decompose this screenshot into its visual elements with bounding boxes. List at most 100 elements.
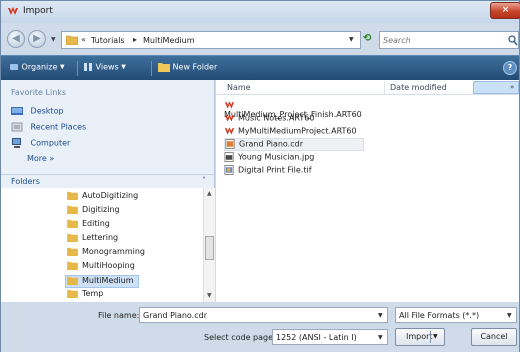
title-bar: Import × xyxy=(1,1,520,23)
file-list: Name Date modified » MultiMedium_Project… xyxy=(216,80,519,302)
favorite-link-recent-places[interactable]: Recent Places xyxy=(11,122,86,136)
views-menu[interactable]: Views ▼ xyxy=(83,62,126,72)
views-label: Views xyxy=(95,62,119,72)
search-icon[interactable] xyxy=(508,35,518,46)
folder-editing[interactable]: Editing xyxy=(67,219,110,232)
folder-icon xyxy=(67,247,78,256)
column-header-date-modified[interactable]: Date modified xyxy=(390,83,447,92)
import-split-divider xyxy=(430,331,431,343)
favorite-links-heading: Favorite Links xyxy=(11,88,67,97)
folder-temp[interactable]: Temp xyxy=(67,289,103,302)
scroll-up-icon[interactable]: ▲ xyxy=(207,190,212,197)
folder-icon xyxy=(67,205,78,214)
recent-places-icon xyxy=(11,122,23,132)
cdr-file-icon xyxy=(225,139,235,149)
import-button[interactable]: Import ▼ xyxy=(395,328,445,346)
address-dropdown-icon[interactable]: ▼ xyxy=(349,36,354,43)
forward-button[interactable]: ▶ xyxy=(28,30,46,48)
address-row: ◀ ▶ ▼ « Tutorials ▸ MultiMedium ▼ ⟲ xyxy=(1,23,519,55)
folder-autodigitizing[interactable]: AutoDigitizing xyxy=(67,191,138,204)
open-folder-icon xyxy=(67,276,78,285)
file-row[interactable]: MultiMedium_Project_Finish.ART60 xyxy=(224,100,364,119)
folder-icon xyxy=(67,233,78,242)
refresh-icon[interactable]: ⟲ xyxy=(363,33,371,44)
folder-icon xyxy=(67,261,78,270)
search-box[interactable] xyxy=(379,31,519,49)
scroll-down-icon[interactable]: ▼ xyxy=(207,292,212,299)
new-folder-button[interactable]: New Folder xyxy=(158,62,217,72)
toolbar: Organize ▼ Views ▼ New Folder ? xyxy=(1,55,519,80)
toolbar-divider xyxy=(151,61,152,76)
app-icon xyxy=(8,7,18,15)
art-file-icon xyxy=(224,114,235,122)
column-header-more[interactable]: » xyxy=(473,81,519,94)
toolbar-divider xyxy=(77,61,78,76)
file-name-value: Grand Piano.cdr xyxy=(143,311,207,320)
scrollbar-thumb[interactable] xyxy=(205,236,214,260)
code-page-dropdown-icon[interactable]: ▼ xyxy=(378,334,383,341)
favorite-link-label: Desktop xyxy=(30,106,64,116)
folder-lettering[interactable]: Lettering xyxy=(67,233,118,246)
search-input[interactable] xyxy=(383,34,493,46)
file-name-dropdown-icon[interactable]: ▼ xyxy=(378,312,383,319)
close-button[interactable]: × xyxy=(490,2,520,19)
more-links-button[interactable]: More » xyxy=(27,154,54,163)
address-root-chevron[interactable]: « xyxy=(81,35,86,44)
breadcrumb-tutorials[interactable]: Tutorials xyxy=(91,36,125,45)
file-row[interactable]: Music Notes.ART60 xyxy=(224,113,364,126)
address-bar[interactable]: « Tutorials ▸ MultiMedium ▼ xyxy=(61,31,361,49)
folder-monogramming[interactable]: Monogramming xyxy=(67,247,145,260)
folder-multihooping[interactable]: MultiHooping xyxy=(67,261,135,274)
import-dropdown-icon[interactable]: ▼ xyxy=(433,329,438,345)
folder-label: Monogramming xyxy=(82,247,145,256)
column-dropdown-icon[interactable]: » xyxy=(510,83,514,91)
folder-label: AutoDigitizing xyxy=(82,191,139,200)
code-page-select[interactable]: 1252 (ANSI - Latin I) ▼ xyxy=(272,329,388,345)
import-dialog: Import × ◀ ▶ ▼ « Tutorials ▸ MultiMedium… xyxy=(0,0,520,352)
column-header-name[interactable]: Name xyxy=(227,83,251,92)
favorite-link-label: Recent Places xyxy=(30,122,87,132)
folder-label: Digitizing xyxy=(82,205,120,214)
organize-icon xyxy=(10,64,18,70)
breadcrumb-separator[interactable]: ▸ xyxy=(133,35,137,44)
file-name: Digital Print File.tif xyxy=(238,165,312,175)
favorite-link-desktop[interactable]: Desktop xyxy=(11,106,64,120)
file-name: Grand Piano.cdr xyxy=(239,139,303,149)
art-file-icon xyxy=(224,101,235,109)
column-divider[interactable] xyxy=(384,81,385,94)
views-icon xyxy=(84,63,92,71)
organize-dropdown-icon: ▼ xyxy=(59,63,65,71)
help-icon[interactable]: ? xyxy=(503,61,517,75)
folder-multimedium[interactable]: MultiMedium xyxy=(65,275,139,288)
file-row-selected[interactable]: Grand Piano.cdr xyxy=(224,138,364,151)
organize-menu[interactable]: Organize ▼ xyxy=(9,62,65,72)
folder-tree-scrollbar[interactable]: ▲ ▼ xyxy=(203,188,215,302)
folder-icon xyxy=(67,289,78,298)
chevron-down-icon[interactable]: ˅ xyxy=(202,176,206,185)
art-file-icon xyxy=(224,127,235,135)
file-type-select[interactable]: All File Formats (*.*) ▼ xyxy=(395,307,517,323)
file-type-dropdown-icon[interactable]: ▼ xyxy=(507,312,512,319)
file-name-field[interactable]: Grand Piano.cdr ▼ xyxy=(139,307,388,323)
jpg-file-icon xyxy=(224,152,234,162)
desktop-icon xyxy=(11,107,23,115)
column-header-row: Name Date modified » xyxy=(216,80,519,95)
organize-label: Organize xyxy=(21,62,58,72)
views-dropdown-icon: ▼ xyxy=(121,63,126,71)
favorite-link-computer[interactable]: Computer xyxy=(11,138,70,152)
folder-icon xyxy=(67,191,78,200)
cancel-button[interactable]: Cancel xyxy=(471,328,517,346)
new-folder-icon xyxy=(158,63,170,72)
folder-digitizing[interactable]: Digitizing xyxy=(67,205,120,218)
breadcrumb-multimedium[interactable]: MultiMedium xyxy=(143,36,195,45)
dialog-footer: File name: Grand Piano.cdr ▼ All File Fo… xyxy=(1,302,519,352)
folders-header[interactable]: Folders ˅ xyxy=(1,174,215,188)
folder-label: MultiHooping xyxy=(82,261,135,270)
back-button[interactable]: ◀ xyxy=(7,30,25,48)
file-row[interactable]: Young Musician.jpg xyxy=(224,152,364,165)
file-row[interactable]: Digital Print File.tif xyxy=(224,165,364,178)
folder-label: Temp xyxy=(82,289,104,298)
folder-label: Lettering xyxy=(82,233,119,242)
recent-pages-dropdown-icon[interactable]: ▼ xyxy=(51,36,56,43)
code-page-label: Select code page xyxy=(204,333,274,342)
